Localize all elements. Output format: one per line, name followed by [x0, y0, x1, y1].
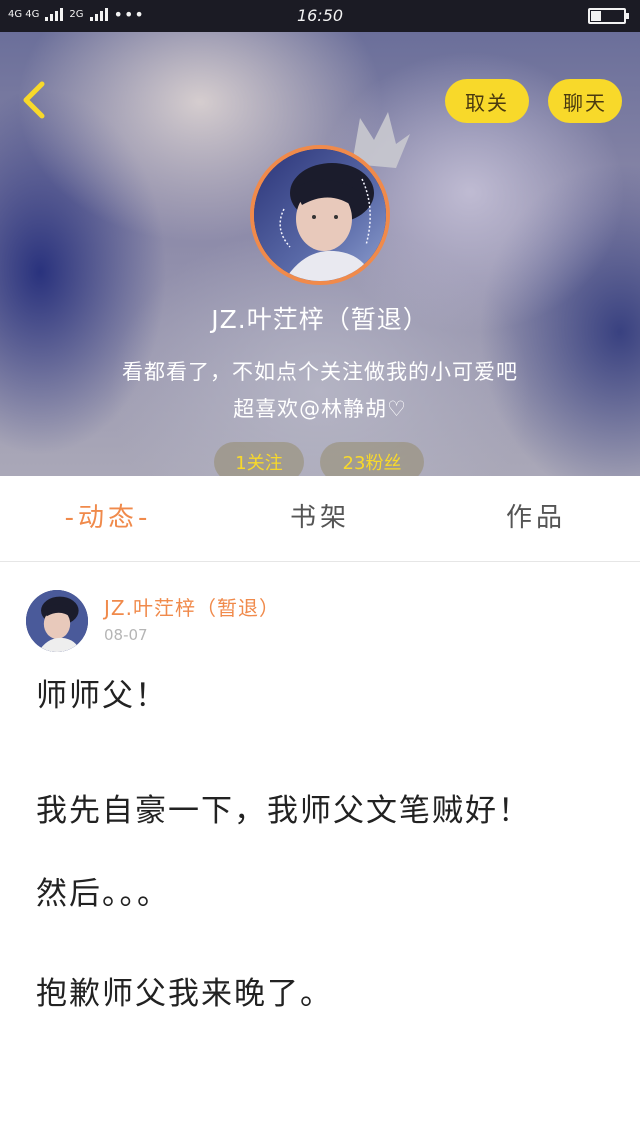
feed-post: JZ.叶茳梓（暂退） 08-07 师师父！ 我先自豪一下，我师父文笔贼好！ 然后… — [0, 563, 640, 1138]
status-bar: 4G 4G 2G ••• 16:50 — [0, 0, 640, 32]
chat-button[interactable]: 聊天 — [548, 79, 622, 123]
avatar-image — [254, 149, 386, 281]
fans-count[interactable]: 23粉丝 — [320, 442, 424, 476]
battery-icon — [588, 8, 629, 24]
post-body: 师师父！ 我先自豪一下，我师父文笔贼好！ 然后。。。 抱歉师父我来晚了。 — [36, 673, 576, 1017]
profile-header: 取关 聊天 JZ.叶茳梓（暂退） 看都看了，不如点个关注做我的小可爱吧 超喜欢@… — [0, 32, 640, 476]
tab-bookshelf[interactable]: 书架 — [270, 496, 370, 540]
tab-works[interactable]: 作品 — [486, 496, 586, 540]
profile-tabs: -动态- 书架 作品 — [0, 476, 640, 562]
following-count[interactable]: 1关注 — [214, 442, 304, 476]
post-line: 师师父！ — [36, 678, 168, 714]
bio-line-1: 看都看了，不如点个关注做我的小可爱吧 — [122, 360, 518, 384]
profile-bio: 看都看了，不如点个关注做我的小可爱吧 超喜欢@林静胡♡ — [40, 354, 600, 428]
chevron-left-icon — [23, 81, 45, 119]
post-date: 08-07 — [104, 626, 148, 644]
tab-feed[interactable]: -动态- — [44, 496, 172, 540]
profile-name: JZ.叶茳梓（暂退） — [211, 305, 429, 334]
post-author-avatar[interactable] — [26, 590, 88, 652]
status-time: 16:50 — [296, 6, 344, 25]
avatar-image — [26, 590, 88, 652]
profile-avatar[interactable] — [250, 145, 390, 285]
post-line: 抱歉师父我来晚了。 — [36, 976, 333, 1012]
bio-line-2: 超喜欢@林静胡♡ — [233, 397, 407, 421]
back-button[interactable] — [16, 78, 56, 122]
post-line: 然后。。。 — [36, 876, 170, 912]
unfollow-button[interactable]: 取关 — [445, 79, 529, 123]
post-line: 我先自豪一下，我师父文笔贼好！ — [36, 793, 531, 829]
post-author-name[interactable]: JZ.叶茳梓（暂退） — [104, 592, 280, 621]
